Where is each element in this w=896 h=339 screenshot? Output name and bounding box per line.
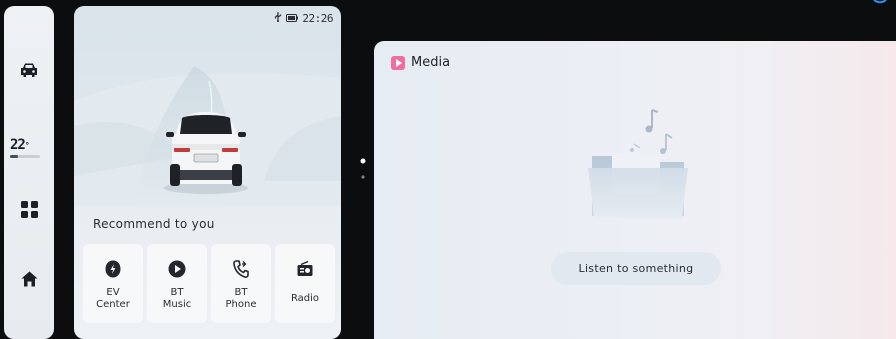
temperature-readout: 22° (10, 137, 30, 153)
media-card[interactable]: Media Listen to something (374, 41, 896, 339)
media-app-icon (391, 55, 405, 70)
app-tile-bt-music[interactable]: BT Music (147, 244, 207, 323)
bt-phone-icon (233, 259, 249, 279)
side-rail: 22° (4, 6, 54, 339)
app-label: BT Phone (225, 287, 257, 310)
home-icon (21, 271, 38, 287)
vehicle-image[interactable] (160, 104, 252, 196)
app-tile-bt-phone[interactable]: BT Phone (211, 244, 271, 323)
radio-icon (297, 259, 313, 279)
app-label: Radio (290, 293, 320, 304)
listen-button[interactable]: Listen to something (551, 252, 721, 285)
recommend-heading: Recommend to you (93, 217, 215, 231)
apps-button[interactable] (4, 198, 54, 220)
battery-icon (286, 12, 299, 25)
ev-center-icon (105, 259, 121, 279)
media-title: Media (411, 55, 451, 70)
bt-music-icon (168, 259, 186, 279)
home-button[interactable] (4, 268, 54, 290)
app-tiles: EV Center BT Music BT Phone Radio (83, 244, 335, 323)
car-icon (19, 62, 39, 78)
app-tile-ev-center[interactable]: EV Center (83, 244, 143, 323)
empty-folder-music-icon (588, 109, 688, 218)
corner-accent (873, 0, 887, 4)
page-indicator[interactable] (360, 158, 366, 182)
vehicle-button[interactable] (4, 58, 54, 82)
app-label: EV Center (96, 287, 130, 310)
home-card: 22:26 Recommend to you EV Center BT Musi… (74, 6, 341, 339)
usb-icon (274, 12, 282, 25)
app-label: BT Music (162, 287, 192, 310)
clock: 22:26 (302, 12, 333, 25)
app-tile-radio[interactable]: Radio (275, 244, 335, 323)
climate-control[interactable]: 22° (10, 138, 50, 159)
grid-icon (20, 200, 38, 218)
temperature-bar (10, 154, 50, 159)
media-header: Media (391, 55, 450, 70)
status-bar: 22:26 (274, 12, 333, 25)
